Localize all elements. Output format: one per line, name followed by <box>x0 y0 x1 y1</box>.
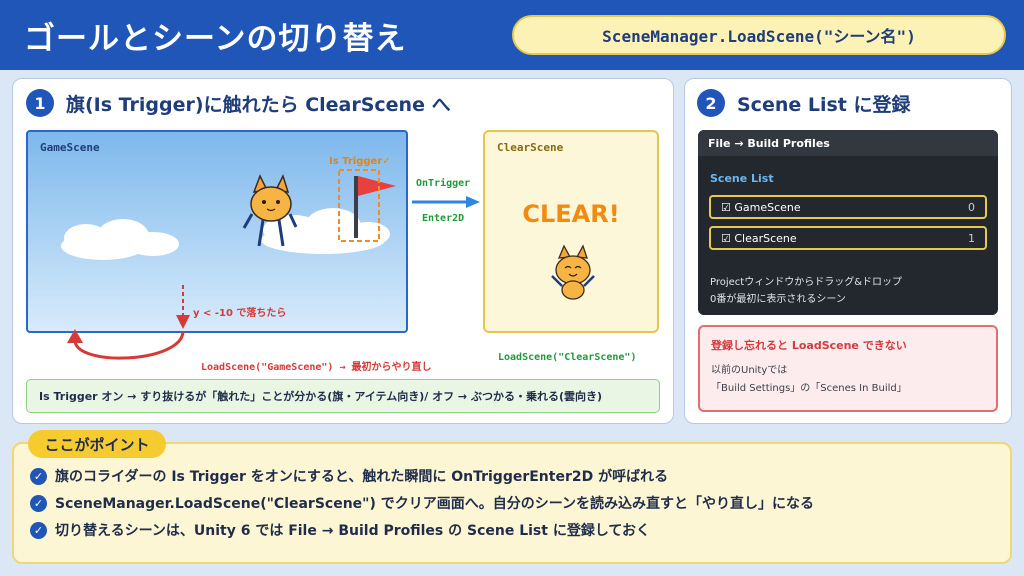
clear-text: CLEAR! <box>522 200 620 228</box>
scene-list-title: Scene List <box>710 172 774 185</box>
step2-heading: 2 Scene List に登録 <box>697 89 911 117</box>
check-icon: ✓ <box>30 467 47 485</box>
trigger-label-bottom: Enter2D <box>422 213 465 224</box>
first-scene-note: 0番が最初に表示されるシーン <box>710 294 846 305</box>
page-title: ゴールとシーンの切り替え <box>24 21 407 57</box>
point-item: ✓ SceneManager.LoadScene("ClearScene") で… <box>30 493 814 513</box>
trigger-arrow <box>412 196 480 208</box>
warning-line-1: 以前のUnityでは <box>711 365 788 376</box>
clear-scene-box: ClearScene CLEAR! <box>483 130 659 333</box>
scene-row-clear[interactable]: ☑ ClearScene 1 <box>709 226 987 250</box>
api-pill: SceneManager.LoadScene("シーン名") <box>512 15 1006 55</box>
step1-heading: 1 旗(Is Trigger)に触れたら ClearScene へ <box>26 89 451 117</box>
clear-scene-label: ClearScene <box>497 141 564 154</box>
scene-row-name: ☑ ClearScene <box>721 231 797 245</box>
cloud-left <box>61 219 179 260</box>
warning-line-2: 「Build Settings」の「Scenes In Build」 <box>711 383 907 394</box>
game-scene-label: GameScene <box>40 141 100 154</box>
scene-row-index: 1 <box>968 231 975 245</box>
step1-number: 1 <box>26 89 54 117</box>
scene-row-game[interactable]: ☑ GameScene 0 <box>709 195 987 219</box>
happy-cat <box>551 244 595 300</box>
header-bar: ゴールとシーンの切り替え SceneManager.LoadScene("シーン… <box>0 0 1024 70</box>
build-profiles-header: File → Build Profiles <box>698 130 998 156</box>
point-item: ✓ 旗のコライダーの Is Trigger をオンにすると、触れた瞬間に OnT… <box>30 466 668 486</box>
point-item: ✓ 切り替えるシーンは、Unity 6 では File → Build Prof… <box>30 520 650 540</box>
warning-title: 登録し忘れると LoadScene できない <box>711 339 907 352</box>
scene-row-name: ☑ GameScene <box>721 200 801 214</box>
step2-title: Scene List に登録 <box>737 93 911 116</box>
points-tag: ここがポイント <box>28 430 166 458</box>
scene-row-index: 0 <box>968 200 975 214</box>
point-text: 旗のコライダーの Is Trigger をオンにすると、触れた瞬間に OnTri… <box>55 469 669 485</box>
load-clear-label: LoadScene("ClearScene") <box>498 352 637 363</box>
trigger-label-top: OnTrigger <box>416 178 471 189</box>
step2-number: 2 <box>697 89 725 117</box>
point-text: 切り替えるシーンは、Unity 6 では File → Build Profil… <box>55 523 650 539</box>
point-text: SceneManager.LoadScene("ClearScene") でクリ… <box>55 496 815 512</box>
build-profiles-window: File → Build Profiles Scene List ☑ GameS… <box>698 130 998 315</box>
warning-box: 登録し忘れると LoadScene できない 以前のUnityでは 「Build… <box>698 325 998 412</box>
is-trigger-label: Is Trigger✓ <box>329 156 391 167</box>
drag-drop-note: Projectウィンドウからドラッグ&ドロップ <box>710 277 903 288</box>
reload-arrow <box>67 285 190 360</box>
check-icon: ✓ <box>30 494 47 512</box>
trigger-note: Is Trigger オン → すり抜けるが「触れた」ことが分かる(旗・アイテム… <box>26 379 660 413</box>
check-icon: ✓ <box>30 521 47 539</box>
step1-title: 旗(Is Trigger)に触れたら ClearScene へ <box>66 93 451 116</box>
